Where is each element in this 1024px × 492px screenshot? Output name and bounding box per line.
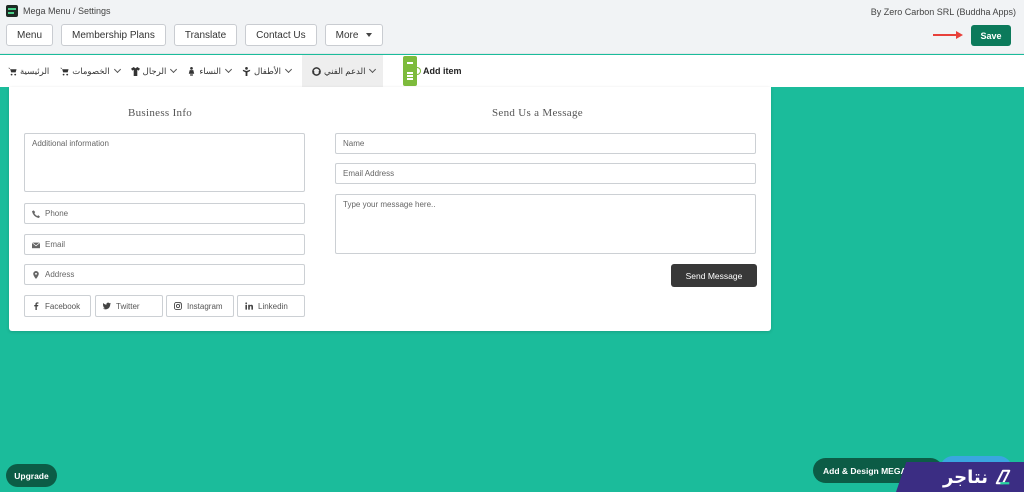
instagram-label: Instagram bbox=[187, 301, 223, 311]
menu-bar: الرئيسية الخصومات الرجال النساء الأطفال … bbox=[0, 55, 1024, 87]
tab-translate[interactable]: Translate bbox=[173, 24, 238, 46]
breadcrumb: Mega Menu / Settings bbox=[6, 5, 111, 17]
facebook-link[interactable]: Facebook bbox=[24, 295, 91, 317]
chevron-down-icon bbox=[369, 65, 377, 74]
menu-item-label: الأطفال bbox=[254, 65, 282, 76]
menu-item-kids[interactable]: الأطفال bbox=[242, 55, 302, 87]
business-info-title: Business Info bbox=[128, 107, 193, 119]
brand-logo-icon bbox=[995, 469, 1011, 485]
shirt-icon bbox=[130, 66, 140, 76]
linkedin-label: Linkedin bbox=[258, 301, 288, 311]
add-item-icon bbox=[403, 56, 421, 86]
phone-field[interactable]: Phone bbox=[24, 203, 305, 224]
brand-banner: نتاجر bbox=[896, 462, 1024, 492]
message-placeholder: Type your message here.. bbox=[343, 200, 436, 209]
address-field[interactable]: Address bbox=[24, 264, 305, 285]
add-tile-line bbox=[407, 75, 413, 77]
add-tile-line bbox=[407, 62, 413, 64]
cart-icon bbox=[8, 67, 17, 76]
email-address-placeholder: Email Address bbox=[343, 169, 395, 178]
message-textarea[interactable]: Type your message here.. bbox=[335, 194, 756, 254]
add-design-label: Add & Design MEGA bbox=[823, 465, 907, 476]
tab-menu[interactable]: Menu bbox=[6, 24, 54, 46]
send-message-button[interactable]: Send Message bbox=[671, 264, 757, 287]
menu-item-support[interactable]: الدعم الفني bbox=[302, 55, 384, 87]
email-placeholder: Email bbox=[45, 240, 66, 249]
phone-icon bbox=[32, 209, 40, 218]
arrow-right-icon bbox=[933, 31, 963, 39]
menu-item-men[interactable]: الرجال bbox=[130, 55, 188, 87]
email-address-field[interactable]: Email Address bbox=[335, 163, 756, 184]
cart-icon bbox=[60, 67, 69, 76]
menu-item-label: الرئيسية bbox=[20, 65, 50, 76]
phone-placeholder: Phone bbox=[45, 209, 69, 218]
twitter-icon bbox=[103, 302, 111, 310]
more-label: More bbox=[335, 29, 359, 41]
add-tile-line bbox=[407, 78, 413, 80]
send-message-title: Send Us a Message bbox=[492, 107, 583, 119]
mega-menu-panel: Business Info Additional information Pho… bbox=[9, 87, 771, 331]
chevron-down-icon bbox=[170, 65, 178, 74]
map-pin-icon bbox=[33, 270, 39, 279]
tab-contact-us[interactable]: Contact Us bbox=[245, 24, 317, 46]
chevron-down-icon bbox=[113, 65, 121, 74]
headset-icon bbox=[312, 66, 321, 76]
name-field[interactable]: Name bbox=[335, 133, 756, 154]
menu-item-label: النساء bbox=[199, 65, 221, 76]
child-icon bbox=[242, 66, 251, 76]
upgrade-button[interactable]: Upgrade bbox=[6, 464, 57, 487]
chevron-down-icon bbox=[224, 65, 233, 74]
add-tile-tab bbox=[415, 67, 421, 75]
address-placeholder: Address bbox=[45, 270, 75, 279]
facebook-label: Facebook bbox=[45, 301, 81, 311]
twitter-label: Twitter bbox=[116, 301, 140, 311]
menu-item-label: الرجال bbox=[142, 65, 167, 76]
envelope-icon bbox=[32, 241, 40, 248]
additional-info-placeholder: Additional information bbox=[32, 139, 109, 148]
top-bar: Mega Menu / Settings By Zero Carbon SRL … bbox=[0, 0, 1024, 54]
instagram-link[interactable]: Instagram bbox=[166, 295, 234, 317]
save-button[interactable]: Save bbox=[971, 25, 1011, 46]
menu-item-label: الدعم الفني bbox=[324, 65, 366, 76]
add-item-label: Add item bbox=[423, 66, 462, 76]
female-icon bbox=[189, 66, 195, 76]
settings-tabs: Menu Membership Plans Translate Contact … bbox=[6, 24, 384, 46]
caret-down-icon bbox=[366, 33, 373, 37]
name-placeholder: Name bbox=[343, 139, 365, 148]
brand-name: نتاجر bbox=[942, 466, 988, 488]
facebook-icon bbox=[34, 302, 39, 310]
app-logo-icon bbox=[6, 5, 18, 17]
menu-item-offers[interactable]: الخصومات bbox=[60, 55, 130, 87]
menu-item-home[interactable]: الرئيسية bbox=[8, 55, 60, 87]
linkedin-icon bbox=[245, 302, 253, 310]
email-field[interactable]: Email bbox=[24, 234, 305, 255]
tab-membership-plans[interactable]: Membership Plans bbox=[61, 24, 166, 46]
add-tile-line bbox=[407, 72, 413, 74]
menu-item-women[interactable]: النساء bbox=[187, 55, 242, 87]
menu-items: الرئيسية الخصومات الرجال النساء الأطفال … bbox=[8, 55, 391, 87]
linkedin-link[interactable]: Linkedin bbox=[237, 295, 305, 317]
twitter-link[interactable]: Twitter bbox=[95, 295, 163, 317]
menu-item-label: الخصومات bbox=[72, 65, 110, 76]
more-dropdown[interactable]: More bbox=[324, 24, 384, 46]
chevron-down-icon bbox=[285, 65, 293, 74]
add-item-button[interactable]: Add item bbox=[403, 55, 462, 87]
vendor-byline: By Zero Carbon SRL (Buddha Apps) bbox=[870, 7, 1016, 17]
breadcrumb-text: Mega Menu / Settings bbox=[23, 6, 111, 16]
instagram-icon bbox=[174, 302, 182, 310]
additional-info-field[interactable]: Additional information bbox=[24, 133, 305, 192]
